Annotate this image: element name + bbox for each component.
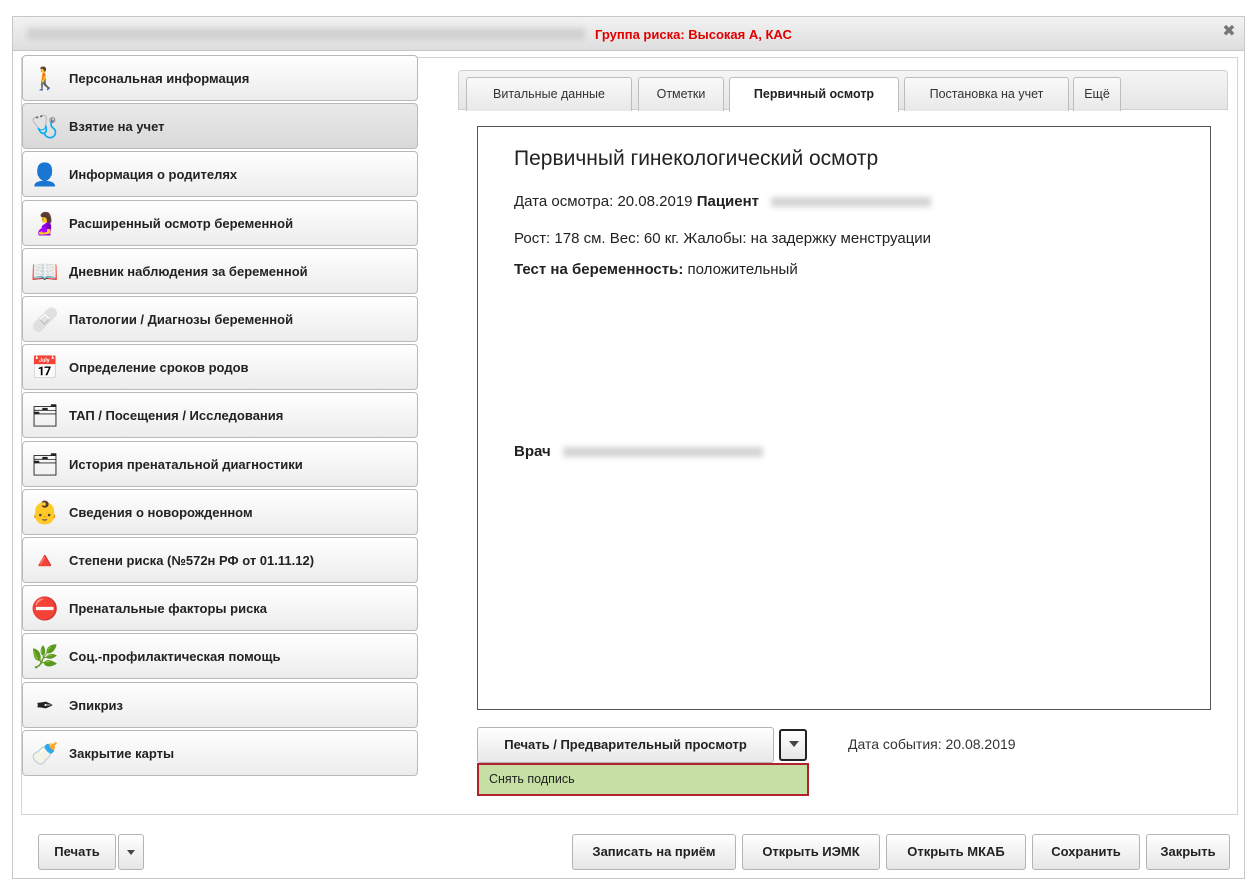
- print-preview-button[interactable]: Печать / Предварительный просмотр: [477, 727, 774, 763]
- baby-face-icon: 🍼: [31, 741, 59, 766]
- tab-more[interactable]: Ещё: [1073, 77, 1121, 111]
- print-menu-button[interactable]: [118, 834, 144, 870]
- sidebar-item-label: Расширенный осмотр беременной: [69, 216, 294, 231]
- patient-name-redacted: [27, 28, 585, 40]
- bottom-toolbar: Печать Записать на приём Открыть ИЭМК От…: [0, 808, 1245, 879]
- open-mkab-button[interactable]: Открыть МКАБ: [886, 834, 1026, 870]
- tabs-bar: Витальные данные Отметки Первичный осмот…: [458, 70, 1228, 112]
- sidebar-item-label: Персональная информация: [69, 71, 250, 86]
- parents-icon: 👤: [31, 162, 59, 187]
- sidebar-item-label: История пренатальной диагностики: [69, 457, 303, 472]
- sidebar-item[interactable]: 🩺 Взятие на учет: [22, 103, 418, 149]
- titlebar: Группа риска: Высокая А, КАС ✖: [13, 17, 1244, 51]
- registration-icon: 🩺: [31, 114, 59, 139]
- exam-date-line: Дата осмотра: 20.08.2019 Пациент: [514, 193, 932, 210]
- print-button[interactable]: Печать: [38, 834, 116, 870]
- close-icon[interactable]: ✖: [1220, 23, 1238, 41]
- appointment-button[interactable]: Записать на приём: [572, 834, 736, 870]
- sidebar-item[interactable]: 👶 Сведения о новорожденном: [22, 489, 418, 535]
- diary-icon: 📖: [31, 259, 59, 284]
- sidebar-item[interactable]: ✒ Эпикриз: [22, 682, 418, 728]
- newborn-icon: 👶: [31, 500, 59, 525]
- tab-primary-exam[interactable]: Первичный осмотр: [729, 77, 899, 112]
- pen-icon: ✒: [35, 693, 55, 718]
- sidebar-item-label: Закрытие карты: [69, 746, 175, 761]
- sidebar-item[interactable]: 🚶 Персональная информация: [22, 55, 418, 101]
- calendar-icon: 📅: [31, 355, 59, 380]
- sidebar-item-label: Сведения о новорожденном: [69, 505, 253, 520]
- open-iemk-button[interactable]: Открыть ИЭМК: [742, 834, 880, 870]
- exam-date-label: Дата осмотра:: [514, 193, 614, 210]
- save-button[interactable]: Сохранить: [1032, 834, 1140, 870]
- sidebar-item[interactable]: 👤 Информация о родителях: [22, 151, 418, 197]
- first-aid-icon: 🩹: [31, 307, 59, 332]
- event-date: Дата события: 20.08.2019: [848, 736, 1016, 752]
- sidebar-item[interactable]: 🗂 ТАП / Посещения / Исследования: [22, 392, 418, 438]
- exam-date-value: 20.08.2019: [617, 193, 693, 210]
- print-options-dropdown-button[interactable]: [779, 729, 807, 761]
- doctor-label: Врач: [514, 443, 551, 460]
- vitals-line: Рост: 178 см. Вес: 60 кг. Жалобы: на зад…: [514, 230, 931, 247]
- sidebar-item[interactable]: 📅 Определение сроков родов: [22, 344, 418, 390]
- doctor-name-redacted: [562, 447, 763, 458]
- pregnancy-test-value: положительный: [687, 261, 798, 278]
- weight-text: Вес: 60 кг.: [609, 230, 680, 247]
- card-index-icon: 🗂: [31, 452, 59, 477]
- tab-vital-data[interactable]: Витальные данные: [466, 77, 632, 111]
- sidebar-item[interactable]: ⛔ Пренатальные факторы риска: [22, 585, 418, 631]
- sidebar-item-label: Дневник наблюдения за беременной: [69, 264, 308, 279]
- chevron-down-icon: [127, 850, 135, 856]
- person-icon: 🚶: [31, 66, 59, 91]
- remove-signature-menu-item[interactable]: Снять подпись: [477, 763, 809, 796]
- sidebar-item[interactable]: 🩹 Патологии / Диагнозы беременной: [22, 296, 418, 342]
- doctor-line: Врач: [514, 443, 763, 460]
- sidebar-item-label: ТАП / Посещения / Исследования: [69, 408, 284, 423]
- patient-name-redacted: [771, 197, 932, 208]
- pregnancy-test-line: Тест на беременность: положительный: [514, 261, 798, 278]
- sidebar-item-label: Определение сроков родов: [69, 360, 249, 375]
- sidebar-item[interactable]: 🤰 Расширенный осмотр беременной: [22, 200, 418, 246]
- height-text: Рост: 178 см.: [514, 230, 606, 247]
- document-preview: Первичный гинекологический осмотр Дата о…: [477, 126, 1211, 710]
- sidebar-item-label: Патологии / Диагнозы беременной: [69, 312, 294, 327]
- pregnancy-test-label: Тест на беременность:: [514, 261, 684, 278]
- social-help-icon: 🌿: [31, 644, 59, 669]
- document-title: Первичный гинекологический осмотр: [514, 147, 879, 170]
- tab-registration[interactable]: Постановка на учет: [904, 77, 1069, 111]
- sidebar-item[interactable]: 🌿 Соц.-профилактическая помощь: [22, 633, 418, 679]
- patient-label: Пациент: [696, 193, 760, 210]
- risk-group-label: Группа риска: Высокая А, КАС: [595, 27, 792, 42]
- sidebar-item[interactable]: 📖 Дневник наблюдения за беременной: [22, 248, 418, 294]
- sidebar-item-label: Эпикриз: [69, 698, 123, 713]
- chevron-down-icon: [789, 741, 799, 747]
- sidebar-item[interactable]: 🗂 История пренатальной диагностики: [22, 441, 418, 487]
- sidebar-item-label: Степени риска (№572н РФ от 01.11.12): [69, 553, 315, 568]
- prenatal-risk-icon: ⛔: [31, 596, 59, 621]
- close-button[interactable]: Закрыть: [1146, 834, 1230, 870]
- card-index-icon: 🗂: [31, 403, 59, 428]
- sidebar-item[interactable]: 🔺 Степени риска (№572н РФ от 01.11.12): [22, 537, 418, 583]
- pregnant-exam-icon: 🤰: [31, 211, 59, 236]
- sidebar-item-label: Соц.-профилактическая помощь: [69, 649, 281, 664]
- complaints-text: Жалобы: на задержку менструации: [683, 230, 932, 247]
- risk-shapes-icon: 🔺: [31, 548, 59, 573]
- tab-marks[interactable]: Отметки: [638, 77, 724, 111]
- sidebar-item[interactable]: 🍼 Закрытие карты: [22, 730, 418, 776]
- sidebar-item-label: Взятие на учет: [69, 119, 165, 134]
- sidebar-item-label: Информация о родителях: [69, 167, 238, 182]
- sidebar-item-label: Пренатальные факторы риска: [69, 601, 268, 616]
